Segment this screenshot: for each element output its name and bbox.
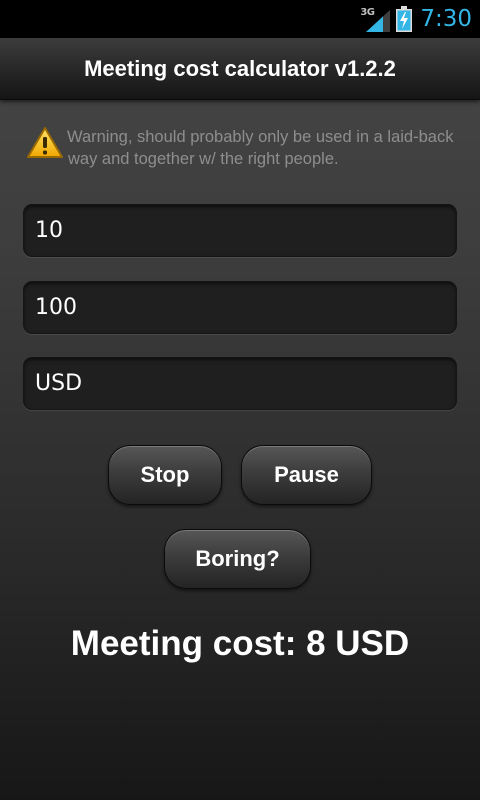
currency-input[interactable]: [23, 357, 457, 410]
meeting-cost-result: Meeting cost: 8 USD: [70, 624, 410, 663]
stop-button[interactable]: Stop: [108, 445, 222, 505]
battery-charging-icon: [396, 6, 413, 32]
pause-button[interactable]: Pause: [241, 445, 372, 505]
status-bar: 3G 7:30: [0, 0, 480, 38]
attendees-input[interactable]: [23, 204, 457, 257]
status-icons: 3G 7:30: [360, 0, 472, 38]
signal-3g-icon: 3G: [360, 6, 391, 32]
title-bar: Meeting cost calculator v1.2.2: [0, 38, 480, 100]
warning-triangle-icon: [27, 127, 63, 158]
warning-text: Warning, should probably only be used in…: [67, 128, 454, 168]
hourly-rate-input[interactable]: [23, 281, 457, 334]
app-title: Meeting cost calculator v1.2.2: [84, 55, 396, 81]
signal-bars-icon: [366, 10, 391, 32]
boring-button[interactable]: Boring?: [164, 529, 311, 589]
clock: 7:30: [420, 6, 472, 32]
warning-message: Warning, should probably only be used in…: [26, 126, 466, 170]
